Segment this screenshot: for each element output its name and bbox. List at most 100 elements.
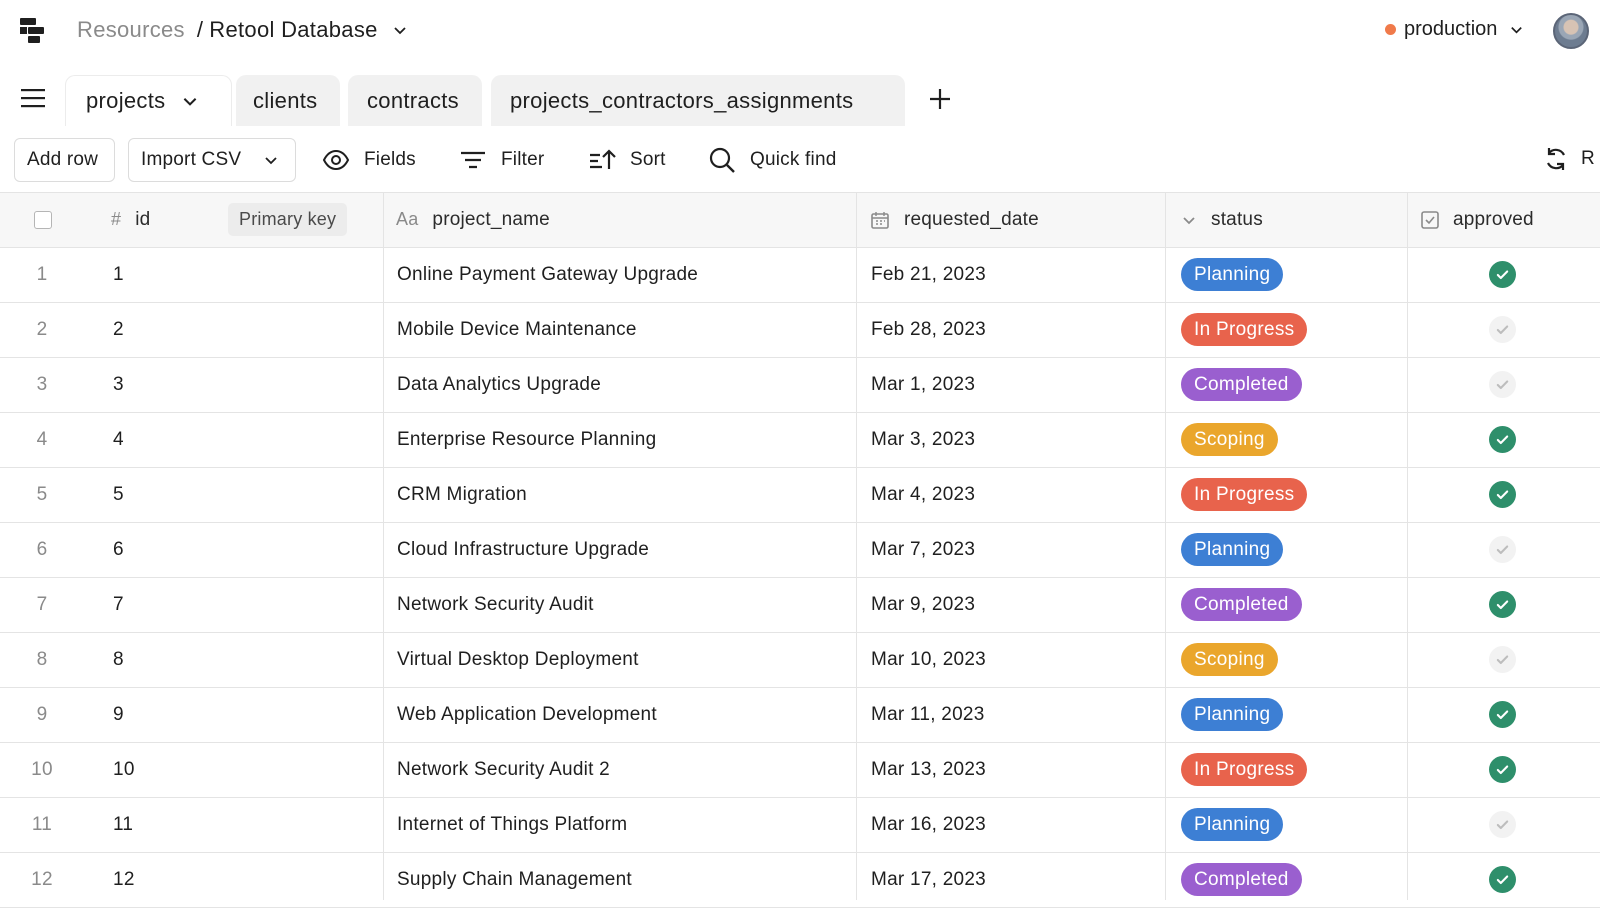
add-tab-icon[interactable] <box>928 87 952 111</box>
cell-status[interactable]: Completed <box>1181 357 1302 412</box>
column-header-requested-date[interactable]: requested_date <box>870 192 1039 247</box>
cell-requested-date[interactable]: Feb 21, 2023 <box>871 247 986 302</box>
cell-status[interactable]: In Progress <box>1181 302 1308 357</box>
table-row[interactable]: 3 3 Data Analytics Upgrade Mar 1, 2023 Compl… <box>0 357 1600 412</box>
tab-clients[interactable]: clients <box>236 75 340 126</box>
tab-contracts[interactable]: contracts <box>348 75 482 126</box>
cell-project-name[interactable]: Enterprise Resource Planning <box>397 412 656 467</box>
cell-project-name[interactable]: Cloud Infrastructure Upgrade <box>397 522 649 577</box>
cell-requested-date[interactable]: Mar 1, 2023 <box>871 357 975 412</box>
cell-id[interactable]: 7 <box>113 577 124 632</box>
cell-id[interactable]: 12 <box>113 852 135 907</box>
cell-id[interactable]: 10 <box>113 742 135 797</box>
cell-id[interactable]: 6 <box>113 522 124 577</box>
table-row[interactable]: 1 1 Online Payment Gateway Upgrade Feb 21, … <box>0 247 1600 302</box>
import-csv-button[interactable]: Import CSV <box>128 138 296 182</box>
cell-requested-date[interactable]: Mar 11, 2023 <box>871 687 985 742</box>
refresh-button[interactable]: R <box>1543 146 1595 172</box>
menu-icon[interactable] <box>21 88 45 108</box>
cell-id[interactable]: 11 <box>113 797 133 852</box>
sort-button[interactable]: Sort <box>588 146 666 174</box>
cell-requested-date[interactable]: Mar 9, 2023 <box>871 577 975 632</box>
cell-id[interactable]: 9 <box>113 687 124 742</box>
quick-find-button[interactable]: Quick find <box>708 146 836 174</box>
table-row[interactable]: 7 7 Network Security Audit Mar 9, 2023 Compl… <box>0 577 1600 632</box>
environment-selector[interactable]: production <box>1385 18 1524 41</box>
table-row[interactable]: 6 6 Cloud Infrastructure Upgrade Mar 7, 202… <box>0 522 1600 577</box>
retool-logo-icon[interactable] <box>18 16 46 46</box>
unapproved-check-icon[interactable] <box>1489 646 1516 673</box>
approved-check-icon[interactable] <box>1489 701 1516 728</box>
tab-projects[interactable]: projects <box>65 75 232 126</box>
unapproved-check-icon[interactable] <box>1489 811 1516 838</box>
table-row[interactable]: 8 8 Virtual Desktop Deployment Mar 10, 2023… <box>0 632 1600 687</box>
select-all-checkbox[interactable] <box>34 192 52 247</box>
cell-id[interactable]: 8 <box>113 632 124 687</box>
table-row[interactable]: 4 4 Enterprise Resource Planning Mar 3, 202… <box>0 412 1600 467</box>
column-header-approved[interactable]: approved <box>1421 192 1534 247</box>
cell-status[interactable]: Completed <box>1181 577 1302 632</box>
cell-id[interactable]: 2 <box>113 302 124 357</box>
table-row[interactable]: 11 11 Internet of Things Platform Mar 16, 2… <box>0 797 1600 852</box>
cell-requested-date[interactable]: Mar 10, 2023 <box>871 632 986 687</box>
cell-status[interactable]: Scoping <box>1181 412 1278 467</box>
cell-status[interactable]: In Progress <box>1181 742 1308 797</box>
add-row-button[interactable]: Add row <box>14 138 115 182</box>
tab-projects-contractors-assignments[interactable]: projects_contractors_assignments <box>491 75 905 126</box>
table-row[interactable]: 9 9 Web Application Development Mar 11, 202… <box>0 687 1600 742</box>
cell-status[interactable]: Planning <box>1181 797 1284 852</box>
filter-button[interactable]: Filter <box>459 146 544 174</box>
cell-project-name[interactable]: Network Security Audit 2 <box>397 742 610 797</box>
table-row[interactable]: 2 2 Mobile Device Maintenance Feb 28, 2023 I… <box>0 302 1600 357</box>
column-header-project-name[interactable]: Aa project_name <box>396 192 550 247</box>
cell-status[interactable]: In Progress <box>1181 467 1308 522</box>
avatar[interactable] <box>1553 13 1589 49</box>
row-divider <box>0 192 1600 193</box>
column-header-id[interactable]: # id <box>111 192 150 247</box>
approved-check-icon[interactable] <box>1489 866 1516 893</box>
cell-project-name[interactable]: CRM Migration <box>397 467 527 522</box>
fields-button[interactable]: Fields <box>322 146 416 174</box>
column-header-status[interactable]: status <box>1181 192 1263 247</box>
unapproved-check-icon[interactable] <box>1489 371 1516 398</box>
cell-status[interactable]: Planning <box>1181 247 1284 302</box>
cell-project-name[interactable]: Supply Chain Management <box>397 852 632 907</box>
chevron-down-icon[interactable] <box>181 92 199 110</box>
cell-id[interactable]: 4 <box>113 412 124 467</box>
breadcrumb-current[interactable]: Retool Database <box>209 17 377 43</box>
table-row[interactable]: 12 12 Supply Chain Management Mar 17, 2023 C… <box>0 852 1600 907</box>
cell-requested-date[interactable]: Feb 28, 2023 <box>871 302 986 357</box>
cell-requested-date[interactable]: Mar 16, 2023 <box>871 797 986 852</box>
unapproved-check-icon[interactable] <box>1489 536 1516 563</box>
cell-requested-date[interactable]: Mar 3, 2023 <box>871 412 975 467</box>
cell-project-name[interactable]: Data Analytics Upgrade <box>397 357 601 412</box>
approved-check-icon[interactable] <box>1489 426 1516 453</box>
cell-status[interactable]: Planning <box>1181 687 1284 742</box>
cell-id[interactable]: 1 <box>113 247 124 302</box>
unapproved-check-icon[interactable] <box>1489 316 1516 343</box>
cell-project-name[interactable]: Mobile Device Maintenance <box>397 302 637 357</box>
approved-check-icon[interactable] <box>1489 756 1516 783</box>
cell-requested-date[interactable]: Mar 7, 2023 <box>871 522 975 577</box>
approved-check-icon[interactable] <box>1489 591 1516 618</box>
cell-status[interactable]: Completed <box>1181 852 1302 907</box>
cell-requested-date[interactable]: Mar 17, 2023 <box>871 852 986 907</box>
chevron-down-icon[interactable] <box>392 22 408 38</box>
approved-check-icon[interactable] <box>1489 481 1516 508</box>
table-row[interactable]: 10 10 Network Security Audit 2 Mar 13, 2023… <box>0 742 1600 797</box>
cell-project-name[interactable]: Online Payment Gateway Upgrade <box>397 247 698 302</box>
cell-id[interactable]: 3 <box>113 357 124 412</box>
checkbox[interactable] <box>34 210 52 229</box>
cell-status[interactable]: Planning <box>1181 522 1284 577</box>
cell-requested-date[interactable]: Mar 4, 2023 <box>871 467 975 522</box>
approved-check-icon[interactable] <box>1489 261 1516 288</box>
table-row[interactable]: 5 5 CRM Migration Mar 4, 2023 In Progress <box>0 467 1600 522</box>
cell-project-name[interactable]: Virtual Desktop Deployment <box>397 632 639 687</box>
breadcrumb-resources[interactable]: Resources <box>77 17 185 43</box>
cell-requested-date[interactable]: Mar 13, 2023 <box>871 742 986 797</box>
cell-project-name[interactable]: Web Application Development <box>397 687 657 742</box>
cell-id[interactable]: 5 <box>113 467 124 522</box>
cell-project-name[interactable]: Network Security Audit <box>397 577 594 632</box>
cell-project-name[interactable]: Internet of Things Platform <box>397 797 627 852</box>
cell-status[interactable]: Scoping <box>1181 632 1278 687</box>
